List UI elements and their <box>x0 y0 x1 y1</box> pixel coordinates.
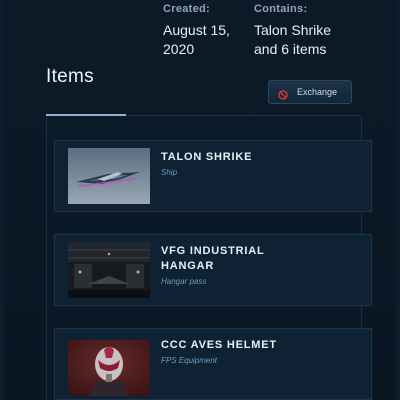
item-title-line1: TALON SHRIKE <box>161 151 253 163</box>
helmet-image <box>68 340 150 396</box>
item-title: VFG INDUSTRIAL HANGAR <box>161 244 351 274</box>
item-subtitle: Ship <box>161 168 178 177</box>
no-entry-icon <box>278 87 288 100</box>
list-item[interactable]: VFG INDUSTRIAL HANGAR Hangar pass <box>54 234 372 306</box>
contains-value-line2: and 6 items <box>254 41 327 57</box>
tab-active-indicator <box>46 114 126 116</box>
hangar-image <box>68 242 150 298</box>
item-title: TALON SHRIKE <box>161 150 351 165</box>
item-title-line1: VFG INDUSTRIAL <box>161 245 265 257</box>
created-value-line1: August 15, <box>163 22 230 38</box>
item-subtitle: FPS Equipment <box>161 356 218 365</box>
created-value: August 15, 2020 <box>163 21 230 59</box>
item-subtitle: Hangar pass <box>161 277 207 286</box>
created-label: Created: <box>163 3 211 15</box>
contains-meta: Contains: Talon Shrike and 6 items <box>254 0 331 59</box>
ship-image <box>68 148 150 204</box>
pledge-detail-panel: Created: August 15, 2020 Contains: Talon… <box>0 0 400 400</box>
contains-label: Contains: <box>254 3 308 15</box>
item-title: CCC AVES HELMET <box>161 338 351 353</box>
left-edge <box>0 0 4 400</box>
exchange-button-label: Exchange <box>297 87 338 97</box>
list-item[interactable]: TALON SHRIKE Ship <box>54 140 372 212</box>
contains-value: Talon Shrike and 6 items <box>254 21 331 59</box>
right-edge <box>396 0 400 400</box>
list-item[interactable]: CCC AVES HELMET FPS Equipment <box>54 328 372 400</box>
exchange-button[interactable]: Exchange <box>268 80 352 104</box>
created-meta: Created: August 15, 2020 <box>163 0 230 59</box>
items-heading: Items <box>46 66 94 87</box>
created-value-line2: 2020 <box>163 41 195 57</box>
item-title-line2: HANGAR <box>161 260 215 272</box>
contains-value-line1: Talon Shrike <box>254 22 332 38</box>
item-title-line1: CCC AVES HELMET <box>161 339 277 351</box>
